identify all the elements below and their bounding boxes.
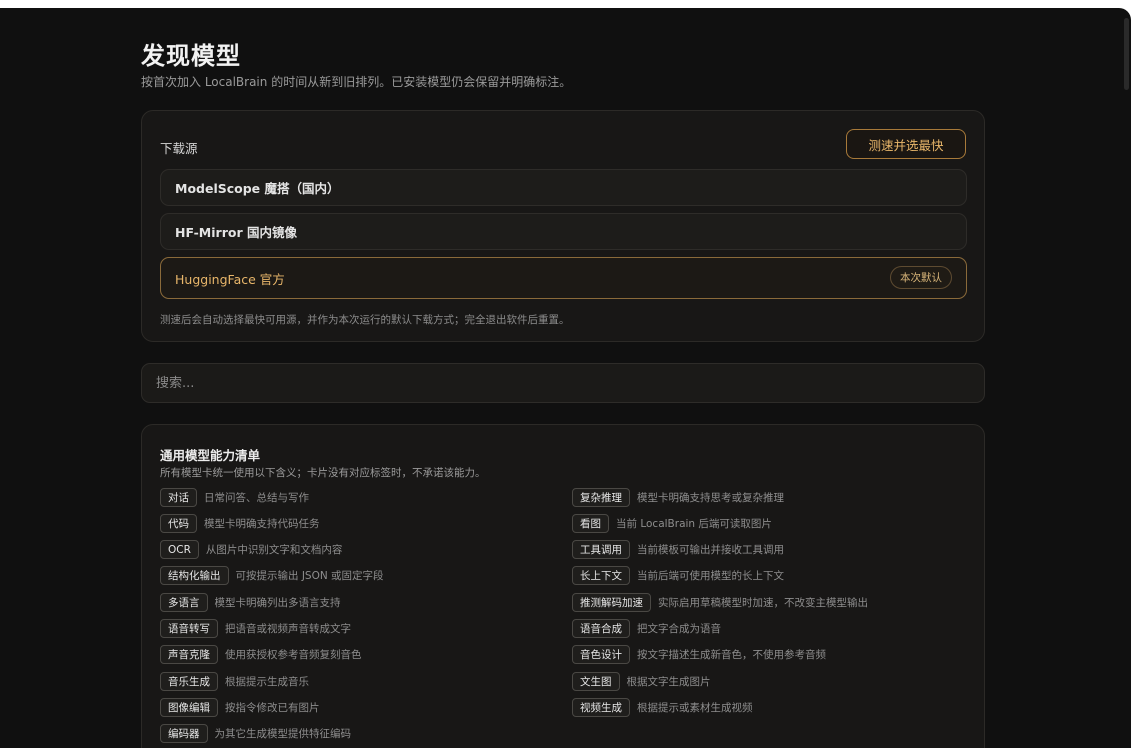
capability-row: 语音合成 把文字合成为语音 [572, 619, 721, 639]
capability-description: 从图片中识别文字和文档内容 [205, 544, 343, 557]
capability-list-description: 所有模型卡统一使用以下含义；卡片没有对应标签时，不承诺该能力。 [160, 467, 486, 479]
capability-description: 当前模板可输出并接收工具调用 [637, 544, 784, 557]
capability-tag: 声音克隆 [160, 645, 218, 665]
download-source-label: 下载源 [160, 141, 198, 156]
capability-description: 按指令修改已有图片 [225, 701, 320, 714]
capability-tag: 推测解码加速 [572, 592, 651, 612]
capability-description: 模型卡明确列出多语言支持 [214, 596, 341, 609]
capability-row: 看图 当前 LocalBrain 后端可读取图片 [572, 513, 772, 533]
capability-tag: 视频生成 [572, 697, 630, 717]
capability-description: 使用获授权参考音频复刻音色 [225, 649, 362, 662]
capability-row: 对话 日常问答、总结与写作 [160, 487, 309, 507]
source-option-huggingface[interactable]: HuggingFace 官方 本次默认 [160, 257, 967, 299]
capability-tag: 对话 [160, 487, 197, 507]
capability-tag: 工具调用 [572, 540, 630, 560]
capability-description: 为其它生成模型提供特征编码 [214, 728, 352, 741]
capability-tag: 复杂推理 [572, 487, 630, 507]
capability-description: 根据提示或素材生成视频 [637, 701, 753, 714]
capability-row: 结构化输出 可按提示输出 JSON 或固定字段 [160, 566, 384, 586]
page-subtitle: 按首次加入 LocalBrain 的时间从新到旧排列。已安装模型仍会保留并明确标… [141, 75, 572, 89]
capability-tag: 看图 [572, 513, 609, 533]
source-option-label: HuggingFace 官方 [175, 271, 285, 287]
capability-list-title: 通用模型能力清单 [160, 448, 261, 463]
speed-test-button[interactable]: 测速并选最快 [846, 129, 966, 159]
capability-tag: 编码器 [160, 724, 208, 744]
capability-description: 根据提示生成音乐 [225, 675, 309, 688]
capability-list-card: 通用模型能力清单 所有模型卡统一使用以下含义；卡片没有对应标签时，不承诺该能力。… [141, 424, 985, 748]
capability-description: 当前 LocalBrain 后端可读取图片 [616, 517, 772, 530]
capability-tag: 音乐生成 [160, 671, 218, 691]
capability-tag: 音色设计 [572, 645, 630, 665]
capability-description: 根据文字生成图片 [626, 675, 711, 688]
capability-row: 语音转写 把语音或视频声音转成文字 [160, 619, 351, 639]
capability-tag: 语音转写 [160, 619, 218, 638]
capability-description: 把语音或视频声音转成文字 [225, 623, 351, 635]
capability-row: 多语言 模型卡明确列出多语言支持 [160, 592, 341, 612]
capability-tag: OCR [160, 540, 199, 560]
source-option-hf-mirror[interactable]: HF-Mirror 国内镜像 [160, 213, 967, 250]
capability-row: 声音克隆 使用获授权参考音频复刻音色 [160, 645, 362, 665]
capability-row: 音乐生成 根据提示生成音乐 [160, 671, 309, 691]
search-input[interactable] [141, 363, 985, 403]
capability-tag: 语音合成 [572, 619, 630, 638]
capability-row: 编码器 为其它生成模型提供特征编码 [160, 724, 351, 744]
capability-description: 按文字描述生成新音色，不使用参考音频 [637, 649, 826, 662]
capability-row: OCR 从图片中识别文字和文档内容 [160, 540, 342, 560]
default-badge: 本次默认 [890, 266, 952, 289]
scrollbar[interactable] [1124, 18, 1129, 90]
page-title: 发现模型 [141, 42, 241, 70]
capability-tag: 文生图 [572, 671, 620, 691]
capability-tag: 多语言 [160, 592, 208, 612]
capability-description: 模型卡明确支持代码任务 [204, 517, 320, 530]
capability-description: 模型卡明确支持思考或复杂推理 [637, 491, 784, 504]
capability-description: 日常问答、总结与写作 [204, 491, 309, 504]
source-option-modelscope[interactable]: ModelScope 魔搭（国内） [160, 169, 967, 206]
capability-row: 音色设计 按文字描述生成新音色，不使用参考音频 [572, 645, 826, 665]
download-source-note: 测速后会自动选择最快可用源，并作为本次运行的默认下载方式；完全退出软件后重置。 [160, 314, 570, 326]
capability-row: 视频生成 根据提示或素材生成视频 [572, 697, 753, 717]
app-window: 发现模型 按首次加入 LocalBrain 的时间从新到旧排列。已安装模型仍会保… [0, 8, 1131, 748]
capability-row: 长上下文 当前后端可使用模型的长上下文 [572, 566, 784, 586]
capability-tag: 长上下文 [572, 566, 630, 586]
capability-description: 可按提示输出 JSON 或固定字段 [235, 570, 384, 583]
capability-description: 实际启用草稿模型时加速，不改变主模型输出 [658, 596, 868, 609]
capability-row: 图像编辑 按指令修改已有图片 [160, 697, 320, 717]
capability-description: 把文字合成为语音 [637, 623, 721, 635]
download-source-card: 下载源 测速并选最快 ModelScope 魔搭（国内） HF-Mirror 国… [141, 110, 985, 342]
capability-description: 当前后端可使用模型的长上下文 [637, 570, 784, 583]
capability-tag: 代码 [160, 513, 197, 533]
capability-row: 代码 模型卡明确支持代码任务 [160, 513, 320, 533]
capability-tag: 图像编辑 [160, 697, 218, 717]
capability-tag: 结构化输出 [160, 566, 229, 586]
capability-row: 推测解码加速 实际启用草稿模型时加速，不改变主模型输出 [572, 592, 868, 612]
capability-row: 复杂推理 模型卡明确支持思考或复杂推理 [572, 487, 784, 507]
capability-row: 文生图 根据文字生成图片 [572, 671, 711, 691]
capability-row: 工具调用 当前模板可输出并接收工具调用 [572, 540, 784, 560]
